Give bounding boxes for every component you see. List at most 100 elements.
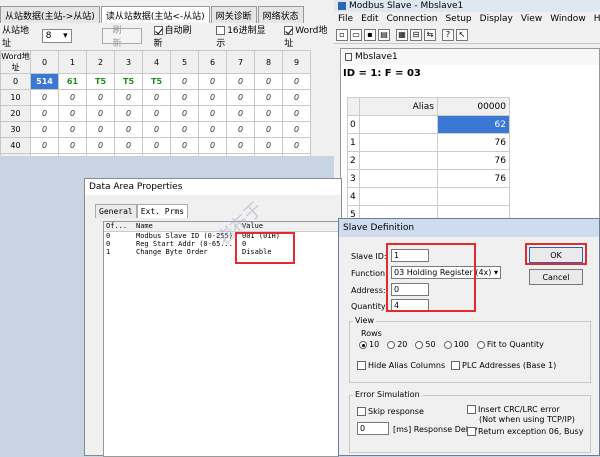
auto-refresh-checkbox[interactable]: 自动刷新 — [153, 23, 201, 49]
grid-cell[interactable]: 0 — [282, 153, 311, 156]
grid-cell[interactable]: 0 — [254, 105, 283, 122]
grid-cell[interactable]: 61 — [58, 73, 87, 90]
grid-cell[interactable]: 0 — [282, 89, 311, 106]
menu-connection[interactable]: Connection — [383, 14, 442, 24]
grid-cell[interactable]: 0 — [114, 89, 143, 106]
tab-general[interactable]: General — [95, 204, 137, 218]
address-input[interactable]: 0 — [391, 283, 429, 296]
grid-cell[interactable]: 0 — [170, 73, 199, 90]
menu-view[interactable]: View — [517, 14, 546, 24]
grid-cell[interactable]: 0 — [142, 153, 171, 156]
refresh-button[interactable]: 刷新 — [101, 26, 142, 49]
grid-cell[interactable]: 0 — [86, 137, 115, 154]
grid-cell[interactable]: 0 — [282, 137, 311, 154]
grid-cell[interactable]: 0 — [30, 121, 59, 138]
menu-file[interactable]: File — [334, 14, 357, 24]
register-value-cell[interactable] — [437, 187, 510, 206]
slave-addr-select[interactable]: 8 ▾ — [41, 29, 72, 43]
grid-cell[interactable]: 0 — [170, 121, 199, 138]
register-value-cell[interactable]: 76 — [437, 169, 510, 188]
hex-display-checkbox[interactable]: 16进制显示 — [216, 23, 274, 49]
rows-fit-radio[interactable]: Fit to Quantity — [476, 340, 544, 349]
grid-cell[interactable]: 0 — [198, 105, 227, 122]
register-value-cell[interactable]: 62 — [437, 115, 510, 134]
grid-cell[interactable]: 0 — [30, 89, 59, 106]
save-icon[interactable]: ▪ — [364, 28, 376, 41]
grid-cell[interactable]: 514 — [30, 73, 59, 90]
tab-gateway-diagnostics[interactable]: 网关诊断 — [210, 6, 257, 23]
rows-100-radio[interactable]: 100 — [443, 340, 469, 349]
grid-cell[interactable]: 0 — [58, 121, 87, 138]
grid-cell[interactable]: 0 — [86, 89, 115, 106]
slave-id-input[interactable]: 1 — [391, 249, 429, 262]
connect-icon[interactable]: ⇆ — [424, 28, 436, 41]
register-value-cell[interactable]: 76 — [437, 133, 510, 152]
grid-cell[interactable]: 0 — [86, 121, 115, 138]
alias-cell[interactable] — [359, 115, 438, 134]
grid-cell[interactable]: 0 — [198, 137, 227, 154]
alias-cell[interactable] — [359, 169, 438, 188]
alias-cell[interactable] — [359, 133, 438, 152]
grid-cell[interactable]: 0 — [142, 105, 171, 122]
grid-cell[interactable]: 0 — [30, 105, 59, 122]
grid-cell[interactable]: 0 — [254, 89, 283, 106]
window-icon[interactable]: ▦ — [396, 28, 408, 41]
grid-cell[interactable]: 0 — [282, 105, 311, 122]
grid-cell[interactable]: 0 — [198, 153, 227, 156]
hide-alias-checkbox[interactable]: Hide Alias Columns — [357, 361, 445, 370]
list-item[interactable]: 0 Reg Start Addr (0-65... 0 — [104, 240, 338, 248]
monitor-icon[interactable]: ⊟ — [410, 28, 422, 41]
grid-cell[interactable]: 0 — [114, 137, 143, 154]
grid-cell[interactable]: 0 — [226, 153, 255, 156]
grid-cell[interactable]: 0 — [254, 137, 283, 154]
menu-display[interactable]: Display — [476, 14, 517, 24]
grid-cell[interactable]: 0 — [226, 73, 255, 90]
menu-edit[interactable]: Edit — [357, 14, 382, 24]
list-item[interactable]: 0 Modbus Slave ID (0-255) 001 (01H) — [104, 232, 338, 240]
plc-addresses-checkbox[interactable]: PLC Addresses (Base 1) — [451, 361, 556, 370]
insert-crc-checkbox[interactable]: Insert CRC/LRC error — [467, 405, 560, 414]
grid-cell[interactable]: 0 — [86, 105, 115, 122]
grid-cell[interactable]: 0 — [254, 121, 283, 138]
menu-help[interactable]: Help — [590, 14, 600, 24]
grid-cell[interactable]: 0 — [170, 105, 199, 122]
cancel-button[interactable]: Cancel — [529, 269, 583, 285]
grid-cell[interactable]: 0 — [86, 153, 115, 156]
grid-cell[interactable]: 0 — [58, 153, 87, 156]
grid-cell[interactable]: 0 — [226, 121, 255, 138]
grid-cell[interactable]: T5 — [142, 73, 171, 90]
quantity-input[interactable]: 4 — [391, 299, 429, 312]
grid-cell[interactable]: 0 — [254, 153, 283, 156]
list-item[interactable]: 1 Change Byte Order Disable — [104, 248, 338, 256]
grid-cell[interactable]: 0 — [226, 105, 255, 122]
grid-cell[interactable]: 0 — [254, 73, 283, 90]
register-value-cell[interactable]: 76 — [437, 151, 510, 170]
function-select[interactable]: 03 Holding Register (4x) ▾ — [391, 266, 501, 279]
grid-cell[interactable]: 0 — [226, 137, 255, 154]
menu-setup[interactable]: Setup — [441, 14, 475, 24]
rows-20-radio[interactable]: 20 — [387, 340, 407, 349]
grid-cell[interactable]: 0 — [170, 89, 199, 106]
grid-cell[interactable]: 0 — [58, 105, 87, 122]
grid-cell[interactable]: 0 — [170, 137, 199, 154]
context-help-icon[interactable]: ↖ — [456, 28, 468, 41]
grid-cell[interactable]: 0 — [142, 89, 171, 106]
tab-write-slave[interactable]: 从站数据(主站->从站) — [0, 6, 100, 23]
grid-cell[interactable]: 0 — [142, 121, 171, 138]
grid-cell[interactable]: 0 — [170, 153, 199, 156]
grid-cell[interactable]: 0 — [142, 137, 171, 154]
return-exception-checkbox[interactable]: Return exception 06, Busy — [467, 427, 583, 436]
grid-cell[interactable]: 0 — [282, 121, 311, 138]
grid-cell[interactable]: 0 — [198, 121, 227, 138]
grid-cell[interactable]: 0 — [114, 153, 143, 156]
tab-read-slave[interactable]: 读从站数据(主站<-从站) — [100, 6, 210, 23]
alias-cell[interactable] — [359, 151, 438, 170]
skip-response-checkbox[interactable]: Skip response — [357, 407, 424, 416]
open-folder-icon[interactable]: ▭ — [350, 28, 362, 41]
grid-cell[interactable]: T5 — [114, 73, 143, 90]
rows-10-radio[interactable]: 10 — [359, 340, 379, 349]
new-file-icon[interactable]: ▫ — [336, 28, 348, 41]
grid-cell[interactable]: 0 — [114, 105, 143, 122]
grid-cell[interactable]: 0 — [226, 89, 255, 106]
tab-ext-prms[interactable]: Ext. Prms — [136, 204, 189, 218]
